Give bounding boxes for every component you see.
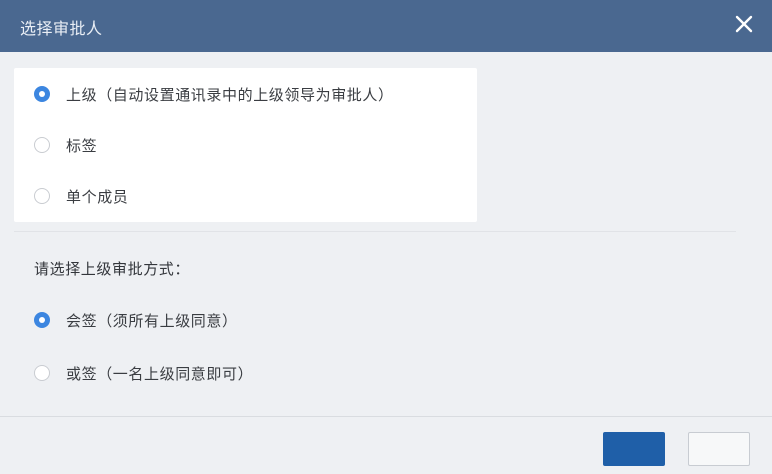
option-label: 上级（自动设置通讯录中的上级领导为审批人） bbox=[66, 85, 394, 104]
radio-button-checked[interactable] bbox=[34, 86, 50, 102]
option-single-member[interactable]: 单个成员 bbox=[34, 182, 128, 210]
radio-button-checked[interactable] bbox=[34, 312, 50, 328]
option-tag[interactable]: 标签 bbox=[34, 131, 97, 159]
option-label: 标签 bbox=[66, 136, 98, 155]
radio-button[interactable] bbox=[34, 365, 50, 381]
select-approver-dialog: 选择审批人 上级（自动设置通讯录中的上级领导为审批人） 标签 单个成员 请选择上… bbox=[0, 0, 772, 474]
option-label: 会签（须所有上级同意） bbox=[66, 311, 238, 330]
dialog-title: 选择审批人 bbox=[20, 19, 103, 38]
section-divider bbox=[14, 231, 736, 232]
close-icon[interactable] bbox=[732, 12, 756, 36]
option-or-sign[interactable]: 或签（一名上级同意即可） bbox=[34, 359, 253, 387]
approver-type-card: 上级（自动设置通讯录中的上级领导为审批人） 标签 单个成员 bbox=[14, 68, 477, 222]
dialog-titlebar: 选择审批人 bbox=[0, 0, 772, 52]
radio-button[interactable] bbox=[34, 188, 50, 204]
option-label: 单个成员 bbox=[66, 187, 129, 206]
cancel-button[interactable] bbox=[688, 432, 750, 466]
option-label: 或签（一名上级同意即可） bbox=[66, 364, 254, 383]
confirm-button[interactable] bbox=[603, 432, 665, 466]
approval-mode-prompt: 请选择上级审批方式： bbox=[34, 260, 191, 278]
footer-divider bbox=[0, 416, 772, 417]
radio-button[interactable] bbox=[34, 137, 50, 153]
option-superior[interactable]: 上级（自动设置通讯录中的上级领导为审批人） bbox=[34, 80, 394, 108]
option-countersign[interactable]: 会签（须所有上级同意） bbox=[34, 306, 238, 334]
